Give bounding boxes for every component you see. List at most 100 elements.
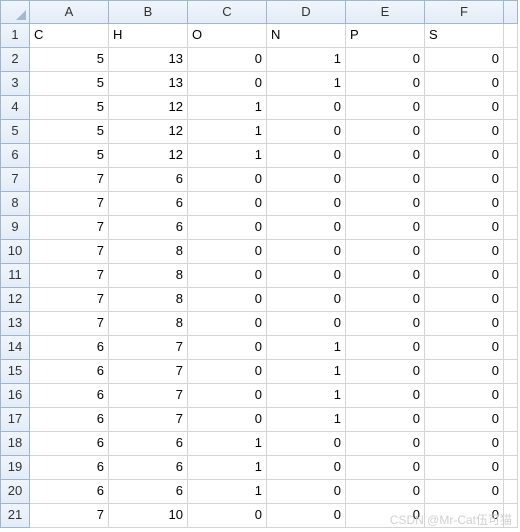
row-header-7[interactable]: 7 <box>0 168 30 192</box>
cell-12-d[interactable]: 0 <box>267 288 346 312</box>
row-header-3[interactable]: 3 <box>0 72 30 96</box>
cell-16-f[interactable]: 0 <box>425 384 504 408</box>
cell-4-d[interactable]: 0 <box>267 96 346 120</box>
col-header-f[interactable]: F <box>425 0 504 24</box>
cell-15-partial[interactable] <box>504 360 518 384</box>
row-header-14[interactable]: 14 <box>0 336 30 360</box>
cell-10-a[interactable]: 7 <box>30 240 109 264</box>
row-header-5[interactable]: 5 <box>0 120 30 144</box>
cell-19-f[interactable]: 0 <box>425 456 504 480</box>
cell-19-e[interactable]: 0 <box>346 456 425 480</box>
cell-7-e[interactable]: 0 <box>346 168 425 192</box>
cell-16-c[interactable]: 0 <box>188 384 267 408</box>
cell-3-partial[interactable] <box>504 72 518 96</box>
row-header-17[interactable]: 17 <box>0 408 30 432</box>
cell-9-e[interactable]: 0 <box>346 216 425 240</box>
cell-21-b[interactable]: 10 <box>109 504 188 528</box>
cell-21-a[interactable]: 7 <box>30 504 109 528</box>
row-header-10[interactable]: 10 <box>0 240 30 264</box>
cell-5-partial[interactable] <box>504 120 518 144</box>
cell-19-d[interactable]: 0 <box>267 456 346 480</box>
cell-1-a[interactable]: C <box>30 24 109 48</box>
cell-7-a[interactable]: 7 <box>30 168 109 192</box>
cell-16-b[interactable]: 7 <box>109 384 188 408</box>
cell-15-c[interactable]: 0 <box>188 360 267 384</box>
row-header-4[interactable]: 4 <box>0 96 30 120</box>
row-header-12[interactable]: 12 <box>0 288 30 312</box>
row-header-15[interactable]: 15 <box>0 360 30 384</box>
cell-2-c[interactable]: 0 <box>188 48 267 72</box>
cell-21-c[interactable]: 0 <box>188 504 267 528</box>
cell-5-e[interactable]: 0 <box>346 120 425 144</box>
cell-14-f[interactable]: 0 <box>425 336 504 360</box>
cell-20-d[interactable]: 0 <box>267 480 346 504</box>
cell-3-c[interactable]: 0 <box>188 72 267 96</box>
cell-4-c[interactable]: 1 <box>188 96 267 120</box>
cell-17-c[interactable]: 0 <box>188 408 267 432</box>
cell-18-c[interactable]: 1 <box>188 432 267 456</box>
cell-8-a[interactable]: 7 <box>30 192 109 216</box>
cell-20-f[interactable]: 0 <box>425 480 504 504</box>
row-header-13[interactable]: 13 <box>0 312 30 336</box>
cell-8-partial[interactable] <box>504 192 518 216</box>
row-header-20[interactable]: 20 <box>0 480 30 504</box>
cell-7-c[interactable]: 0 <box>188 168 267 192</box>
cell-6-f[interactable]: 0 <box>425 144 504 168</box>
cell-18-f[interactable]: 0 <box>425 432 504 456</box>
cell-6-a[interactable]: 5 <box>30 144 109 168</box>
cell-19-partial[interactable] <box>504 456 518 480</box>
cell-18-e[interactable]: 0 <box>346 432 425 456</box>
cell-14-e[interactable]: 0 <box>346 336 425 360</box>
cell-12-f[interactable]: 0 <box>425 288 504 312</box>
col-header-d[interactable]: D <box>267 0 346 24</box>
cell-14-d[interactable]: 1 <box>267 336 346 360</box>
cell-4-e[interactable]: 0 <box>346 96 425 120</box>
col-header-c[interactable]: C <box>188 0 267 24</box>
cell-12-e[interactable]: 0 <box>346 288 425 312</box>
cell-1-d[interactable]: N <box>267 24 346 48</box>
cell-4-partial[interactable] <box>504 96 518 120</box>
cell-12-partial[interactable] <box>504 288 518 312</box>
cell-16-a[interactable]: 6 <box>30 384 109 408</box>
cell-11-f[interactable]: 0 <box>425 264 504 288</box>
row-header-8[interactable]: 8 <box>0 192 30 216</box>
cell-11-c[interactable]: 0 <box>188 264 267 288</box>
cell-11-e[interactable]: 0 <box>346 264 425 288</box>
cell-5-d[interactable]: 0 <box>267 120 346 144</box>
cell-13-partial[interactable] <box>504 312 518 336</box>
cell-18-partial[interactable] <box>504 432 518 456</box>
cell-4-f[interactable]: 0 <box>425 96 504 120</box>
cell-10-f[interactable]: 0 <box>425 240 504 264</box>
spreadsheet-grid[interactable]: ABCDEF1CHONPS251301003513010045121000551… <box>0 0 520 528</box>
cell-5-c[interactable]: 1 <box>188 120 267 144</box>
cell-19-c[interactable]: 1 <box>188 456 267 480</box>
cell-13-d[interactable]: 0 <box>267 312 346 336</box>
cell-2-a[interactable]: 5 <box>30 48 109 72</box>
cell-20-partial[interactable] <box>504 480 518 504</box>
cell-6-d[interactable]: 0 <box>267 144 346 168</box>
cell-14-a[interactable]: 6 <box>30 336 109 360</box>
cell-3-b[interactable]: 13 <box>109 72 188 96</box>
cell-1-e[interactable]: P <box>346 24 425 48</box>
cell-17-a[interactable]: 6 <box>30 408 109 432</box>
cell-2-b[interactable]: 13 <box>109 48 188 72</box>
cell-16-e[interactable]: 0 <box>346 384 425 408</box>
cell-20-a[interactable]: 6 <box>30 480 109 504</box>
cell-21-f[interactable]: 0 <box>425 504 504 528</box>
cell-6-e[interactable]: 0 <box>346 144 425 168</box>
cell-6-c[interactable]: 1 <box>188 144 267 168</box>
cell-19-a[interactable]: 6 <box>30 456 109 480</box>
col-header-a[interactable]: A <box>30 0 109 24</box>
cell-5-f[interactable]: 0 <box>425 120 504 144</box>
row-header-16[interactable]: 16 <box>0 384 30 408</box>
row-header-19[interactable]: 19 <box>0 456 30 480</box>
cell-21-e[interactable]: 0 <box>346 504 425 528</box>
cell-11-a[interactable]: 7 <box>30 264 109 288</box>
cell-8-b[interactable]: 6 <box>109 192 188 216</box>
cell-7-partial[interactable] <box>504 168 518 192</box>
cell-16-d[interactable]: 1 <box>267 384 346 408</box>
cell-15-e[interactable]: 0 <box>346 360 425 384</box>
cell-10-b[interactable]: 8 <box>109 240 188 264</box>
cell-6-partial[interactable] <box>504 144 518 168</box>
cell-12-a[interactable]: 7 <box>30 288 109 312</box>
